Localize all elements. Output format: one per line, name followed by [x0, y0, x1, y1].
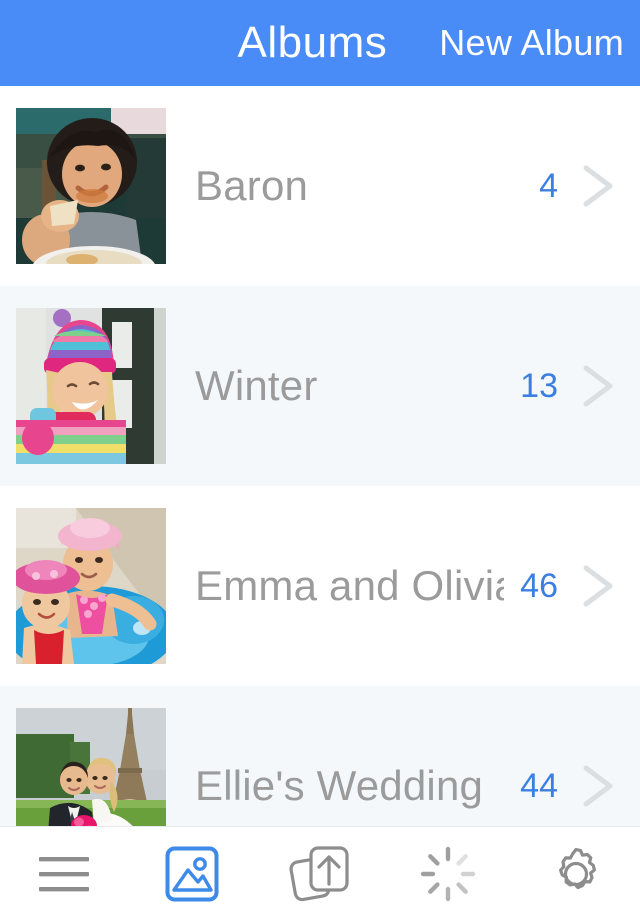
chevron-right-icon[interactable] [580, 162, 618, 210]
album-name: Ellie's Wedding [195, 762, 484, 809]
gear-icon [547, 845, 605, 903]
photo-library-icon [165, 846, 219, 902]
album-thumbnail [16, 108, 166, 264]
album-photo-count: 13 [520, 366, 558, 405]
album-photo-count: 44 [520, 766, 558, 805]
tab-menu[interactable] [0, 827, 128, 920]
album-photo-count: 4 [539, 166, 558, 205]
chevron-right-icon[interactable] [580, 762, 618, 810]
album-thumbnail [16, 508, 166, 664]
album-name: Winter [195, 362, 318, 409]
tab-settings[interactable] [512, 827, 640, 920]
page-title: Albums [237, 18, 388, 67]
album-thumbnail [16, 708, 166, 826]
album-name: Baron [195, 162, 309, 209]
album-photo-count: 46 [520, 566, 558, 605]
album-row[interactable]: Baron 4 [0, 86, 640, 286]
album-thumbnail [16, 308, 166, 464]
album-row[interactable]: Emma and Olivia 46 [0, 486, 640, 686]
app-header: Albums New Album [0, 0, 640, 86]
albums-screen: Albums New Album Baron 4 Winter 13 Emma … [0, 0, 640, 920]
album-row[interactable]: Winter 13 [0, 286, 640, 486]
hamburger-menu-icon [37, 853, 91, 895]
bottom-toolbar [0, 826, 640, 920]
upload-icon [289, 844, 351, 904]
tab-upload[interactable] [256, 827, 384, 920]
chevron-right-icon[interactable] [580, 562, 618, 610]
new-album-button[interactable]: New Album [439, 25, 624, 61]
album-list[interactable]: Baron 4 Winter 13 Emma and Olivia 46 Ell… [0, 86, 640, 826]
tab-photos[interactable] [128, 827, 256, 920]
album-row[interactable]: Ellie's Wedding 44 [0, 686, 640, 826]
tab-activity[interactable] [384, 827, 512, 920]
album-name: Emma and Olivia [195, 562, 504, 609]
chevron-right-icon[interactable] [580, 362, 618, 410]
loading-spinner-icon [420, 846, 476, 902]
